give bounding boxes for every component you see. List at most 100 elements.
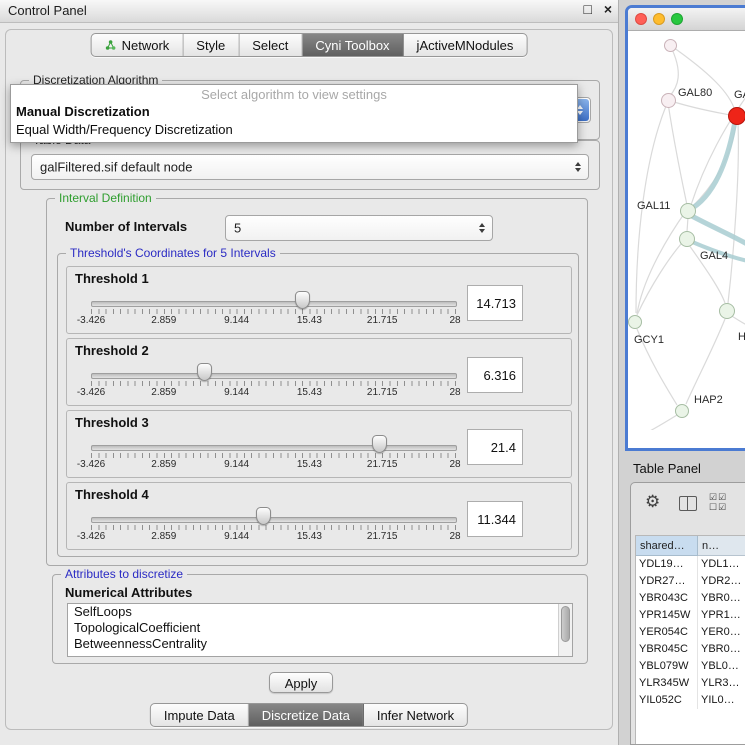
slider-track[interactable] [91, 517, 457, 523]
column-header-name[interactable]: n… [698, 536, 745, 556]
list-item[interactable]: SelfLoops [68, 604, 572, 620]
checkbox-checked-icon[interactable]: ☑ [718, 502, 727, 512]
scrollbar-thumb[interactable] [561, 606, 570, 642]
slider-track[interactable] [91, 373, 457, 379]
slider-thumb[interactable] [256, 507, 271, 525]
column-header-shared-name[interactable]: shared… [636, 536, 698, 556]
dropdown-item-equal-width-frequency[interactable]: Equal Width/Frequency Discretization [11, 121, 577, 139]
table-cell[interactable]: YPR145W [636, 607, 698, 624]
scale-label: 21.715 [367, 459, 398, 470]
list-item[interactable]: TopologicalCoefficient [68, 620, 572, 636]
table-cell[interactable]: YBL0… [698, 658, 745, 675]
checkbox-checked-icon[interactable]: ☑ [709, 492, 718, 502]
network-window-titlebar[interactable] [628, 8, 745, 31]
table-cell[interactable]: YBR0… [698, 590, 745, 607]
float-window-icon[interactable]: □ [583, 1, 591, 17]
table-cell[interactable]: YPR1… [698, 607, 745, 624]
network-node-selected[interactable] [728, 107, 745, 125]
table-cell[interactable]: YDL1… [698, 556, 745, 573]
tab-jactivemnodules[interactable]: jActiveMNodules [404, 34, 527, 56]
table-cell[interactable]: YDL19… [636, 556, 698, 573]
table-cell[interactable]: YER0… [698, 624, 745, 641]
table-data-combobox[interactable]: galFiltered.sif default node [31, 154, 589, 180]
table-cell[interactable]: YBL079W [636, 658, 698, 675]
attributes-to-discretize-group: Attributes to discretize Numerical Attri… [52, 574, 588, 664]
checkbox-checked-icon[interactable]: ☑ [718, 492, 727, 502]
number-of-intervals-label: Number of Intervals [65, 219, 187, 234]
table-row[interactable]: YER054CYER0… [636, 624, 745, 641]
slider-thumb[interactable] [372, 435, 387, 453]
threshold-value-field[interactable] [467, 285, 523, 321]
table-cell[interactable]: YIL0… [698, 692, 745, 709]
tab-discretize-data[interactable]: Discretize Data [249, 704, 364, 726]
threshold-value-field[interactable] [467, 429, 523, 465]
zoom-traffic-light[interactable] [671, 13, 683, 25]
network-node[interactable] [675, 404, 689, 418]
table-cell[interactable]: YLR345W [636, 675, 698, 692]
tab-label: Discretize Data [262, 708, 350, 723]
checkbox-unchecked-icon[interactable]: ☐ [709, 502, 718, 512]
minimize-traffic-light[interactable] [653, 13, 665, 25]
table-cell[interactable]: YBR043C [636, 590, 698, 607]
network-node[interactable] [719, 303, 735, 319]
tab-cyni-toolbox[interactable]: Cyni Toolbox [302, 34, 403, 56]
scale-label: 28 [449, 459, 460, 470]
dropdown-item-manual-discretization[interactable]: Manual Discretization [11, 103, 577, 121]
table-cell[interactable]: YDR27… [636, 573, 698, 590]
slider-track[interactable] [91, 301, 457, 307]
network-canvas[interactable]: GAL80 GA GAL11 GAL4 GCY1 H HAP2 [628, 31, 745, 430]
tab-label: jActiveMNodules [417, 38, 514, 53]
scale-label: -3.426 [77, 315, 105, 326]
combobox-arrows-icon[interactable] [569, 156, 587, 178]
table-cell[interactable]: YBR045C [636, 641, 698, 658]
group-title: Attributes to discretize [61, 567, 187, 581]
network-node[interactable] [679, 231, 695, 247]
network-node[interactable] [661, 93, 676, 108]
close-traffic-light[interactable] [635, 13, 647, 25]
table-cell[interactable]: YDR2… [698, 573, 745, 590]
threshold-value-field[interactable] [467, 501, 523, 537]
list-item[interactable]: BetweennessCentrality [68, 636, 572, 652]
spinner-arrows-icon[interactable] [473, 217, 491, 239]
scrollbar[interactable] [558, 604, 572, 656]
tab-impute-data[interactable]: Impute Data [151, 704, 249, 726]
table-row[interactable]: YIL052CYIL0… [636, 692, 745, 709]
node-label: GA [734, 89, 745, 101]
scale-label: -3.426 [77, 531, 105, 542]
table-row[interactable]: YBR043CYBR0… [636, 590, 745, 607]
scale-label: 9.144 [224, 531, 249, 542]
scale-label: 15.43 [297, 459, 322, 470]
table-row[interactable]: YPR145WYPR1… [636, 607, 745, 624]
checkbox-icons[interactable]: ☑☑ ☐☑ [709, 492, 727, 512]
network-node[interactable] [664, 39, 677, 52]
table-row[interactable]: YBL079WYBL0… [636, 658, 745, 675]
threshold-value-field[interactable] [467, 357, 523, 393]
slider-ticks [91, 309, 456, 314]
tab-style[interactable]: Style [183, 34, 239, 56]
scale-label: 2.859 [151, 531, 176, 542]
table-cell[interactable]: YLR3… [698, 675, 745, 692]
threshold-label: Threshold 3 [75, 415, 149, 430]
table-row[interactable]: YDR27…YDR2… [636, 573, 745, 590]
table-row[interactable]: YDL19…YDL1… [636, 556, 745, 573]
control-panel-titlebar[interactable]: Control Panel □ × [0, 0, 618, 23]
tab-infer-network[interactable]: Infer Network [364, 704, 467, 726]
gear-icon[interactable]: ⚙ [645, 492, 660, 512]
close-icon[interactable]: × [604, 1, 612, 17]
network-node[interactable] [680, 203, 696, 219]
table-cell[interactable]: YER054C [636, 624, 698, 641]
columns-icon[interactable] [679, 496, 697, 511]
slider-track[interactable] [91, 445, 457, 451]
table-row[interactable]: YLR345WYLR3… [636, 675, 745, 692]
table-cell[interactable]: YIL052C [636, 692, 698, 709]
apply-button[interactable]: Apply [269, 672, 333, 693]
table-row[interactable]: YBR045CYBR0… [636, 641, 745, 658]
network-node[interactable] [628, 315, 642, 329]
tab-select[interactable]: Select [239, 34, 302, 56]
tab-network[interactable]: Network [92, 34, 184, 56]
attributes-list[interactable]: SelfLoops TopologicalCoefficient Between… [67, 603, 573, 657]
table-cell[interactable]: YBR0… [698, 641, 745, 658]
number-of-intervals-spinner[interactable]: 5 [225, 215, 493, 241]
combobox-value: galFiltered.sif default node [40, 160, 192, 175]
slider-thumb[interactable] [295, 291, 310, 309]
